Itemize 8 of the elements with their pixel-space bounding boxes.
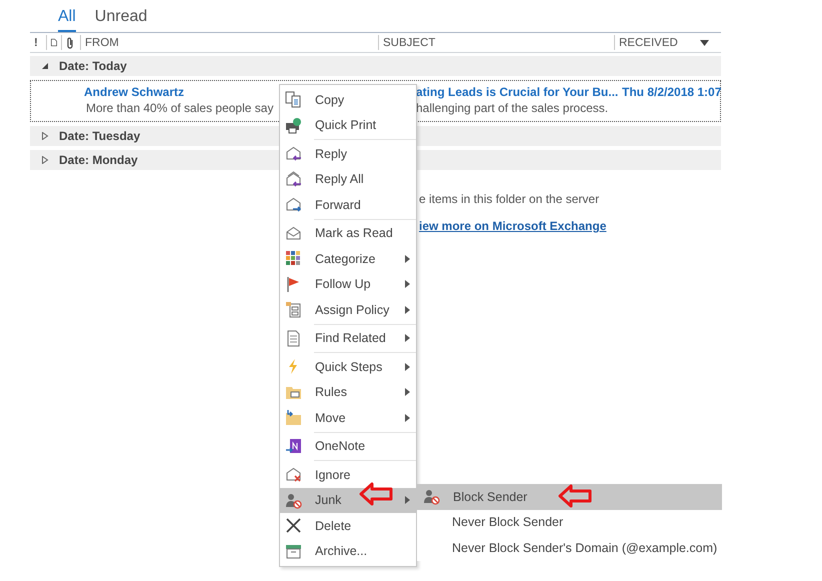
group-label: Date: Tuesday xyxy=(59,129,140,143)
received-date: Thu 8/2/2018 1:07 xyxy=(621,85,722,99)
message-preview: hallenging part of the sales process. xyxy=(416,101,610,115)
server-note: e items in this folder on the server xyxy=(419,192,600,206)
group-label: Date: Today xyxy=(59,59,127,73)
sender-name: Andrew Schwartz xyxy=(83,85,186,99)
group-label: Date: Monday xyxy=(59,153,138,167)
message-subject: ating Leads is Crucial for Your Bu... xyxy=(416,85,618,99)
